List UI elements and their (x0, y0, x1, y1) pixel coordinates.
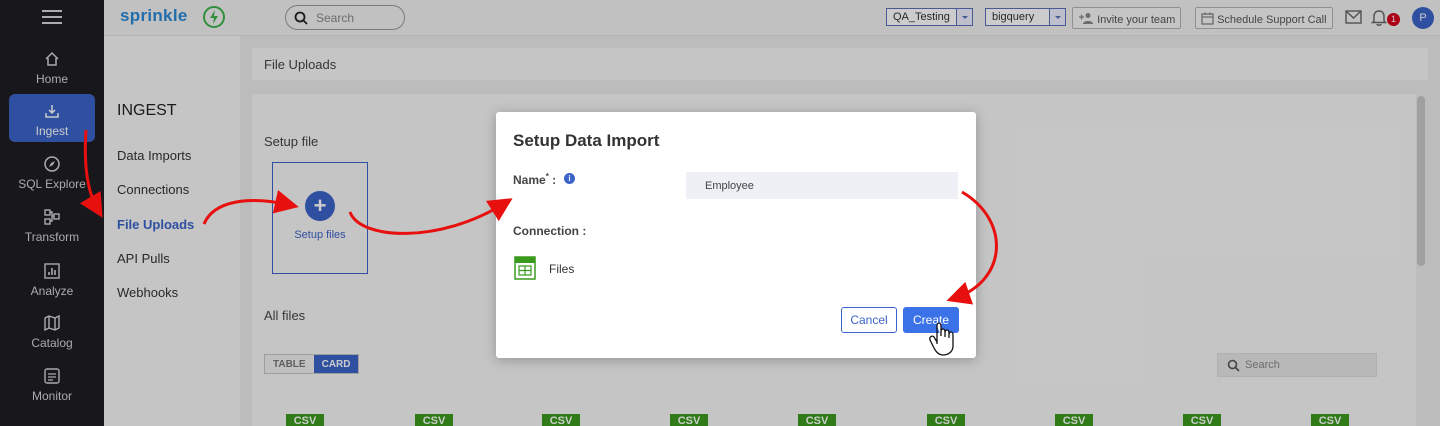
name-input[interactable] (686, 172, 958, 199)
info-icon[interactable]: i (564, 173, 575, 184)
create-button[interactable]: Create (903, 307, 959, 333)
setup-data-import-modal: Setup Data Import Name* : i Connection :… (496, 112, 976, 358)
connection-label: Connection : (513, 224, 587, 238)
modal-title: Setup Data Import (513, 131, 660, 150)
csv-file-icon (514, 256, 536, 280)
name-field-label: Name* : (513, 172, 556, 187)
name-label-colon: : (548, 173, 557, 187)
cancel-button[interactable]: Cancel (841, 307, 897, 333)
name-label-text: Name (513, 173, 546, 187)
connection-name: Files (549, 262, 575, 276)
